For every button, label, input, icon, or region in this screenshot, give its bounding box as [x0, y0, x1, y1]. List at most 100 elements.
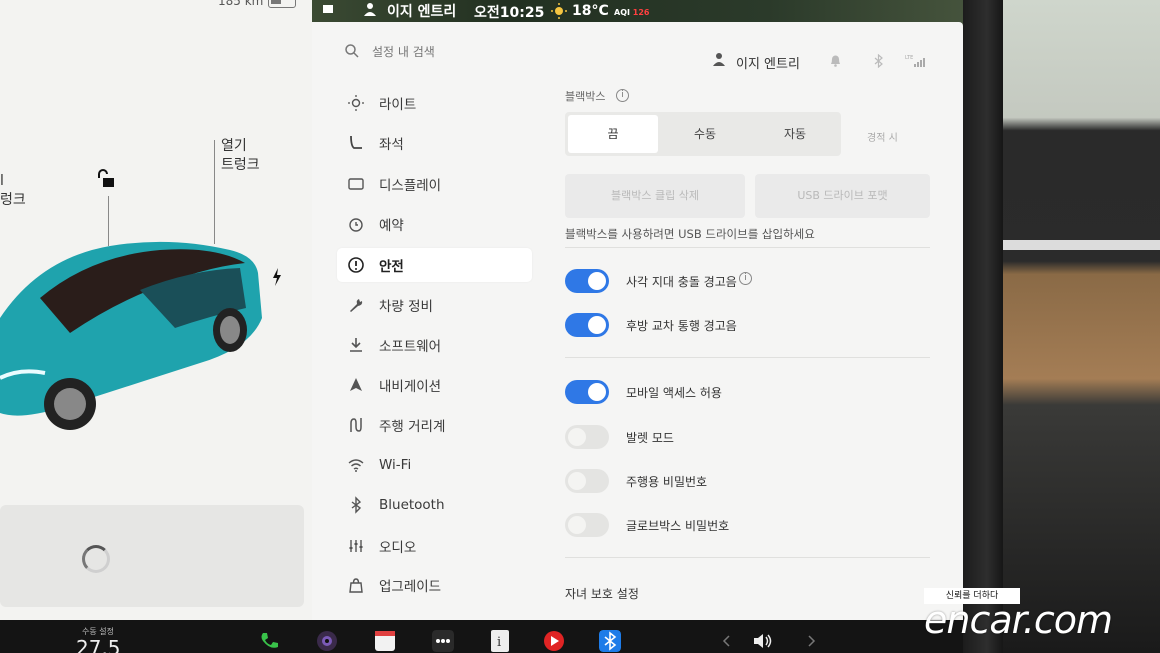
cabin-temperature[interactable]: 27.5: [76, 636, 121, 653]
profile-icon[interactable]: [322, 1, 334, 13]
divider: [565, 247, 930, 248]
bluetooth-status-icon[interactable]: [874, 54, 883, 68]
sidebar-item-download[interactable]: 소프트웨어: [337, 328, 532, 362]
bell-icon[interactable]: [830, 55, 841, 67]
dashcam-option-auto[interactable]: 자동: [750, 115, 840, 153]
sidebar-item-label: Wi-Fi: [379, 457, 412, 473]
sidebar-item-wifi[interactable]: Wi-Fi: [337, 448, 532, 482]
user-icon[interactable]: [713, 52, 725, 66]
clock: 오전10:25: [474, 5, 545, 21]
outside-temperature: 18°C: [572, 3, 609, 19]
sidebar-item-label: 라이트: [379, 97, 417, 113]
trunk-open-button[interactable]: 열기 트렁크: [221, 137, 260, 175]
usb-required-note: 블랙박스를 사용하려면 USB 드라이브를 삽입하세요: [565, 227, 815, 241]
media-player-icon[interactable]: [543, 630, 565, 652]
navigation-icon: [347, 376, 365, 394]
media-player-card[interactable]: [0, 505, 304, 607]
bluetooth-app-icon[interactable]: [599, 630, 621, 652]
delete-dashcam-clips-button[interactable]: 블랙박스 클립 삭제: [565, 174, 745, 218]
sidebar-item-label: 예약: [379, 218, 404, 234]
sun-icon: [551, 3, 567, 19]
sidebar-item-schedule[interactable]: 예약: [337, 207, 532, 241]
more-apps-icon[interactable]: [432, 630, 454, 652]
mobile-access-label: 모바일 액세스 허용: [626, 386, 722, 400]
download-icon: [347, 336, 365, 354]
glovebox-pin-toggle[interactable]: [565, 513, 609, 537]
watermark-logo: encar.com: [924, 598, 1113, 642]
safety-icon: [347, 256, 365, 274]
sidebar-item-display[interactable]: 디스플레이: [337, 167, 532, 201]
sidebar-item-seat[interactable]: 좌석: [337, 126, 532, 160]
seat-icon: [347, 134, 365, 152]
valet-mode-label: 발렛 모드: [626, 431, 674, 445]
sidebar-item-label: 차량 정비: [379, 299, 433, 315]
dashcam-option-off[interactable]: 끔: [568, 115, 658, 153]
format-usb-button[interactable]: USB 드라이브 포맷: [755, 174, 930, 218]
display-icon: [347, 175, 365, 193]
sidebar-item-label: 주행 거리계: [379, 419, 446, 435]
glovebox-pin-label: 글로브박스 비밀번호: [626, 519, 730, 533]
dashcam-option-manual[interactable]: 수동: [660, 115, 750, 153]
settings-search-input[interactable]: [372, 45, 572, 59]
wrench-icon: [347, 296, 365, 314]
charge-port-icon[interactable]: [270, 266, 284, 288]
range-readout: 185 km: [218, 0, 264, 8]
mobile-access-toggle[interactable]: [565, 380, 609, 404]
frunk-label[interactable]: l 렁크: [0, 172, 26, 210]
sidebar-item-label: 디스플레이: [379, 178, 442, 194]
calendar-icon[interactable]: [374, 630, 396, 652]
rear-cross-traffic-label: 후방 교차 통행 경고음: [626, 319, 737, 333]
car-dashboard-background: [1000, 0, 1160, 653]
screen-bezel: [963, 0, 1003, 653]
search-icon[interactable]: [345, 44, 359, 58]
sidebar-item-light[interactable]: 라이트: [337, 86, 532, 120]
owners-manual-icon[interactable]: i: [489, 630, 511, 652]
sidebar-item-label: 안전: [379, 259, 404, 275]
light-icon: [347, 94, 365, 112]
sidebar-item-audio[interactable]: 오디오: [337, 529, 532, 563]
audio-icon: [347, 537, 365, 555]
volume-down-chevron-icon[interactable]: [716, 630, 738, 652]
dashcam-label: 블랙박스: [565, 90, 606, 103]
header-user-name[interactable]: 이지 엔트리: [736, 53, 800, 72]
driver-profile-icon[interactable]: [364, 2, 376, 16]
lte-signal-icon: LTE: [905, 55, 925, 67]
loading-spinner-icon: [82, 545, 110, 573]
svg-text:LTE: LTE: [905, 55, 913, 61]
info-icon[interactable]: i: [616, 89, 629, 102]
upgrade-icon: [347, 576, 365, 594]
car-model-image: [0, 241, 262, 430]
phone-icon[interactable]: [258, 630, 280, 652]
dashcam-mode-selector: 끔 수동 자동: [565, 112, 841, 156]
valet-mode-toggle[interactable]: [565, 425, 609, 449]
sidebar-item-label: 오디오: [379, 540, 417, 556]
sidebar-item-upgrade[interactable]: 업그레이드: [337, 568, 532, 602]
parental-controls-heading[interactable]: 자녀 보호 설정: [565, 585, 639, 602]
sidebar-item-navigation[interactable]: 내비게이션: [337, 368, 532, 402]
sidebar-item-wrench[interactable]: 차량 정비: [337, 288, 532, 322]
sidebar-item-label: Bluetooth: [379, 497, 445, 513]
sidebar-item-label: 좌석: [379, 137, 404, 153]
bluetooth-icon: [347, 496, 365, 514]
divider: [565, 357, 930, 358]
volume-icon[interactable]: [752, 630, 774, 652]
camera-icon[interactable]: [316, 630, 338, 652]
blind-spot-warning-toggle[interactable]: [565, 269, 609, 293]
unlock-icon[interactable]: [96, 168, 118, 190]
pin-to-drive-toggle[interactable]: [565, 469, 609, 493]
rear-cross-traffic-toggle[interactable]: [565, 313, 609, 337]
sidebar-item-safety[interactable]: 안전: [337, 248, 532, 282]
sidebar-item-label: 소프트웨어: [379, 339, 442, 355]
status-user-name[interactable]: 이지 엔트리: [387, 1, 456, 21]
trip-icon: [347, 416, 365, 434]
dashcam-option-on-honk[interactable]: 경적 시: [867, 129, 898, 144]
sidebar-item-bluetooth[interactable]: Bluetooth: [337, 488, 532, 522]
volume-up-chevron-icon[interactable]: [800, 630, 822, 652]
info-icon[interactable]: i: [739, 272, 752, 285]
sidebar-item-trip[interactable]: 주행 거리계: [337, 408, 532, 442]
wifi-icon: [347, 456, 365, 474]
sidebar-item-label: 업그레이드: [379, 579, 442, 595]
sidebar-item-label: 내비게이션: [379, 379, 442, 395]
battery-icon: [268, 0, 296, 8]
blind-spot-warning-label: 사각 지대 충돌 경고음: [626, 275, 737, 289]
